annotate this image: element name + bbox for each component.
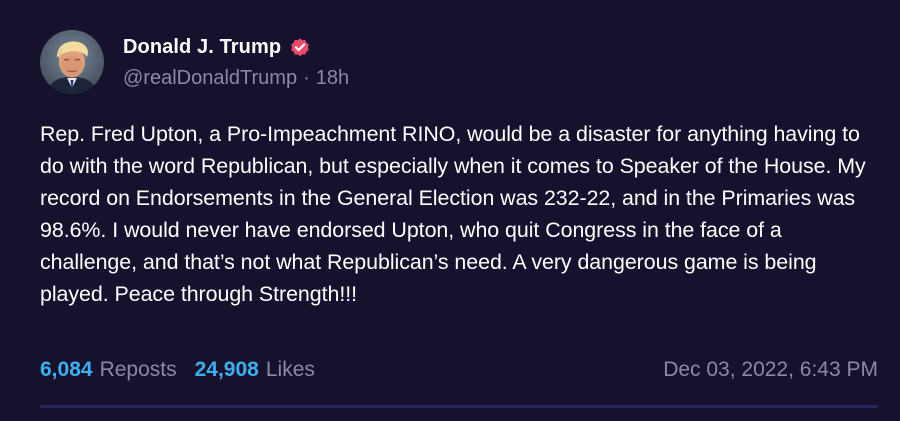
author-handle[interactable]: @realDonaldTrump — [123, 67, 297, 89]
handle-row: @realDonaldTrump · 18h — [123, 64, 349, 92]
reposts-label: Reposts — [99, 358, 177, 381]
name-row: Donald J. Trump — [123, 32, 349, 62]
author-display-name[interactable]: Donald J. Trump — [123, 36, 281, 59]
separator: · — [303, 67, 310, 89]
likes-label: Likes — [265, 358, 315, 381]
post-timestamp[interactable]: Dec 03, 2022, 6:43 PM — [663, 358, 878, 382]
relative-time[interactable]: 18h — [316, 67, 349, 89]
likes-count: 24,908 — [194, 358, 259, 381]
author-identity: Donald J. Trump @realDonaldTrump · 18h — [123, 30, 349, 94]
verified-badge-icon — [289, 36, 311, 58]
post-header: Donald J. Trump @realDonaldTrump · 18h — [40, 30, 349, 94]
avatar[interactable] — [40, 30, 104, 94]
likes-stat[interactable]: 24,908 Likes — [195, 358, 315, 382]
reposts-count: 6,084 — [40, 358, 93, 381]
reposts-stat[interactable]: 6,084 Reposts — [40, 358, 177, 382]
post-footer: 6,084 Reposts 24,908 Likes Dec 03, 2022,… — [40, 354, 878, 386]
divider — [40, 405, 878, 408]
post-body: Rep. Fred Upton, a Pro-Impeachment RINO,… — [40, 122, 866, 306]
post-card: Donald J. Trump @realDonaldTrump · 18h Rep… — [0, 0, 900, 421]
